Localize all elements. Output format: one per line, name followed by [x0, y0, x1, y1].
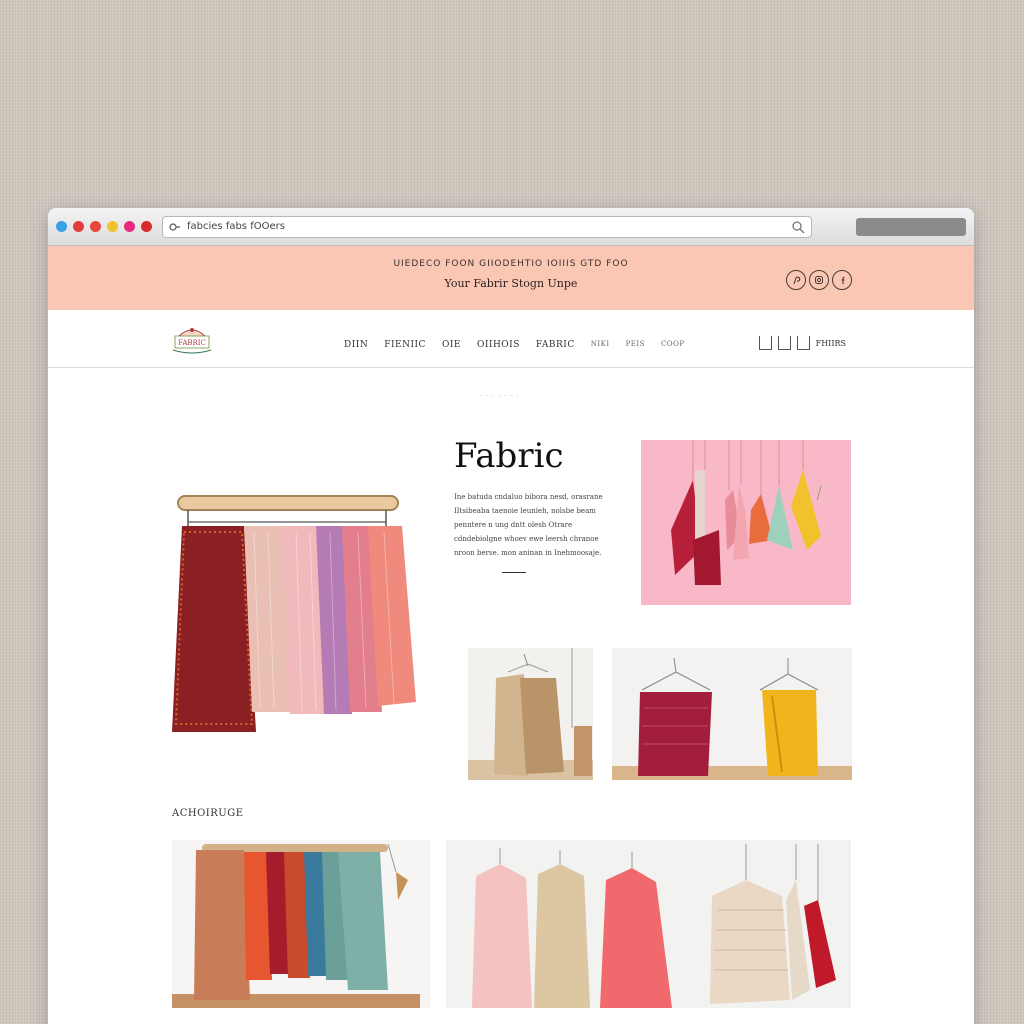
window-dot[interactable] [107, 221, 118, 232]
window-dot[interactable] [90, 221, 101, 232]
window-dot[interactable] [73, 221, 84, 232]
hero-description: Ine batuda cndaluo bibora nesd, orasrane… [454, 493, 603, 557]
address-url[interactable]: fabcies fabs fOOers [187, 221, 785, 232]
nav-link[interactable]: DIIN [344, 340, 368, 350]
lock-icon [169, 222, 181, 232]
svg-text:FABRIC: FABRIC [178, 339, 206, 347]
divider [502, 572, 526, 573]
hanging-garments-collection-image[interactable] [446, 840, 851, 1008]
nav-links: DIIN FIENIIC OIE OIIHOIS FABRIC NIKI PEI… [344, 340, 685, 350]
nav-link[interactable]: OIE [442, 340, 461, 350]
window-dot[interactable] [124, 221, 135, 232]
instagram-icon[interactable] [809, 270, 829, 290]
nav-link[interactable]: FIENIIC [384, 340, 426, 350]
nav-actions: FHIIRS [758, 336, 846, 350]
address-bar[interactable]: fabcies fabs fOOers [162, 215, 812, 238]
browser-toolbar: fabcies fabs fOOers [48, 208, 974, 246]
nav-link[interactable]: PEIS [626, 340, 645, 350]
search-icon[interactable] [791, 220, 805, 234]
hanging-accessories-image[interactable] [641, 440, 851, 605]
sari-rack-image[interactable] [172, 840, 430, 1008]
social-links [786, 270, 852, 290]
page-title: Fabric [454, 436, 564, 476]
garments-on-hangers-image[interactable] [612, 648, 852, 780]
facebook-icon[interactable] [832, 270, 852, 290]
nav-link[interactable]: NIKI [591, 340, 610, 350]
search-icon[interactable] [777, 336, 791, 350]
nav-link[interactable]: COOP [661, 340, 685, 350]
window-dot[interactable] [56, 221, 67, 232]
promo-headline: UIEDECO FOON GIIODEHTIO IOIIIS GTD FOO [393, 259, 629, 269]
nav-link[interactable]: OIIHOIS [477, 340, 520, 350]
nav-link[interactable]: FABRIC [536, 340, 575, 350]
wishlist-icon[interactable] [758, 336, 772, 350]
browser-window: fabcies fabs fOOers UIEDECO FOON GIIODEH… [48, 208, 974, 1024]
section-heading: ACHOIRUGE [172, 808, 244, 819]
main-nav: FABRIC DIIN FIENIIC OIE OIIHOIS FABRIC N… [48, 310, 974, 368]
promo-banner: UIEDECO FOON GIIODEHTIO IOIIIS GTD FOO Y… [48, 246, 974, 310]
breadcrumb: - - - - - - - [480, 392, 520, 399]
pinterest-icon[interactable] [786, 270, 806, 290]
neutral-scarves-image[interactable] [468, 648, 593, 780]
browser-extension-bar[interactable] [856, 217, 966, 236]
window-dot[interactable] [141, 221, 152, 232]
account-link[interactable]: FHIIRS [816, 339, 846, 348]
window-controls [56, 221, 152, 232]
cart-icon[interactable] [796, 336, 810, 350]
skirts-rack-image[interactable] [172, 492, 422, 742]
site-logo[interactable]: FABRIC [165, 324, 219, 358]
